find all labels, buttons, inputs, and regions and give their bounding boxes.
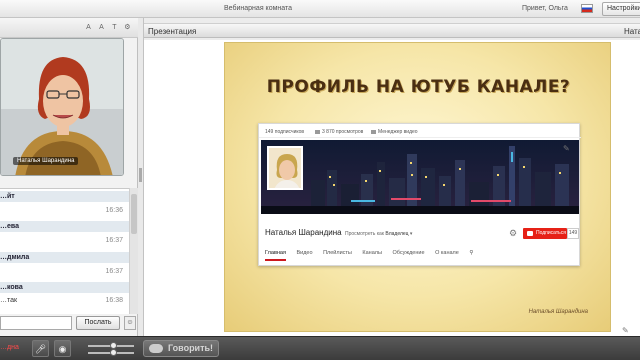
chat-input[interactable] bbox=[0, 316, 72, 330]
font-increase-icon[interactable]: A bbox=[97, 23, 106, 32]
gear-icon[interactable]: ⚙ bbox=[509, 229, 518, 238]
bottom-toolbar: …дна 🎤︎ ◉ Говорить! bbox=[0, 336, 640, 360]
slide-title: ПРОФИЛЬ НА ЮТУБ КАНАЛЕ? bbox=[266, 77, 571, 97]
channel-stats: 149 подписчиков 3 870 просмотров Менедже… bbox=[259, 124, 581, 138]
settings-icon[interactable]: ⚙ bbox=[123, 23, 132, 32]
microphone-button[interactable]: 🎤︎ bbox=[32, 340, 49, 357]
youtube-channel-screenshot: 149 подписчиков 3 870 просмотров Менедже… bbox=[258, 123, 581, 266]
presentation-header: Презентация Натальи bbox=[144, 23, 640, 38]
chat-message-time: 16:36 bbox=[105, 207, 123, 214]
grid-icon bbox=[371, 129, 376, 134]
channel-avatar bbox=[267, 146, 303, 190]
resize-handle[interactable] bbox=[139, 168, 142, 182]
tab-videos[interactable]: Видео bbox=[296, 250, 312, 259]
avatar-portrait bbox=[269, 148, 301, 188]
subscribers-stat: 149 подписчиков bbox=[265, 129, 305, 135]
user-greeting: Привет, Ольга bbox=[522, 5, 568, 12]
chat-message-author: …йт bbox=[0, 191, 129, 202]
edit-banner-icon[interactable]: ✎ bbox=[563, 144, 575, 158]
presenter-name: Натальи bbox=[624, 27, 640, 36]
view-as-selector[interactable]: Просмотреть как Владелец ▾ bbox=[345, 231, 412, 237]
tab-channels[interactable]: Каналы bbox=[362, 250, 382, 259]
video-manager-link: Менеджер видео bbox=[371, 129, 418, 135]
tab-about[interactable]: О канале bbox=[435, 250, 459, 259]
chart-icon bbox=[315, 129, 320, 134]
status-text: …дна bbox=[0, 344, 19, 351]
chat-message-time: 16:37 bbox=[105, 268, 123, 275]
speaker-volume-knob[interactable] bbox=[109, 349, 117, 356]
mic-volume-knob[interactable] bbox=[109, 342, 117, 349]
settings-button[interactable]: Настройки bbox=[602, 2, 640, 16]
send-button[interactable]: Послать bbox=[76, 316, 120, 330]
channel-banner bbox=[261, 140, 579, 214]
views-stat: 3 870 просмотров bbox=[315, 129, 363, 135]
tab-home[interactable]: Главная bbox=[265, 250, 286, 261]
tab-discussion[interactable]: Обсуждение bbox=[392, 250, 424, 259]
camera-button[interactable]: ◉ bbox=[54, 340, 71, 357]
emoji-icon[interactable]: ☺ bbox=[124, 316, 136, 330]
speaker-video: Наталья Шарандина bbox=[0, 38, 124, 176]
presentation-canvas: ПРОФИЛЬ НА ЮТУБ КАНАЛЕ? 149 подписчиков … bbox=[144, 40, 640, 336]
subscriber-count: 149 bbox=[567, 228, 579, 239]
city-skyline bbox=[261, 140, 579, 214]
speaker-name: Наталья Шарандина bbox=[13, 157, 79, 165]
channel-name: Наталья Шарандина bbox=[265, 228, 342, 237]
slide: ПРОФИЛЬ НА ЮТУБ КАНАЛЕ? 149 подписчиков … bbox=[224, 42, 611, 332]
scrollbar-thumb[interactable] bbox=[131, 194, 137, 234]
slide-author: Наталья Шарандина bbox=[528, 309, 588, 315]
top-bar: Вебинарная комната Привет, Ольга Настрой… bbox=[0, 0, 640, 18]
video-panel-header: A A T ⚙ bbox=[0, 18, 138, 38]
font-decrease-icon[interactable]: A bbox=[84, 23, 93, 32]
chat-message-author: …дмила bbox=[0, 252, 129, 263]
chat-message-author: …кова bbox=[0, 282, 129, 293]
language-flag-icon[interactable] bbox=[581, 4, 593, 13]
presentation-panel: Презентация Натальи ПРОФИЛЬ НА ЮТУБ КАНА… bbox=[144, 18, 640, 336]
speaker-volume-slider[interactable] bbox=[88, 349, 134, 356]
channel-tabs: Главная Видео Плейлисты Каналы Обсуждени… bbox=[265, 250, 482, 261]
chat-message-author: …ева bbox=[0, 221, 129, 232]
mic-volume-slider[interactable] bbox=[88, 342, 134, 349]
subscribe-button[interactable]: Подписаться bbox=[523, 228, 567, 239]
search-icon[interactable]: ⚲ bbox=[469, 250, 473, 259]
presentation-title: Презентация bbox=[148, 27, 197, 36]
text-icon[interactable]: T bbox=[110, 23, 119, 32]
speak-button[interactable]: Говорить! bbox=[143, 340, 219, 357]
tab-playlists[interactable]: Плейлисты bbox=[323, 250, 352, 259]
speaker-portrait bbox=[1, 39, 123, 175]
chat-message-time: 16:38 bbox=[105, 297, 123, 304]
chat-scrollbar[interactable] bbox=[129, 188, 138, 314]
chat-list: …йт 16:36 …ева 16:37 …дмила 16:37 …кова … bbox=[0, 188, 129, 314]
chat-message-time: 16:37 bbox=[105, 237, 123, 244]
room-title: Вебинарная комната bbox=[224, 5, 293, 12]
